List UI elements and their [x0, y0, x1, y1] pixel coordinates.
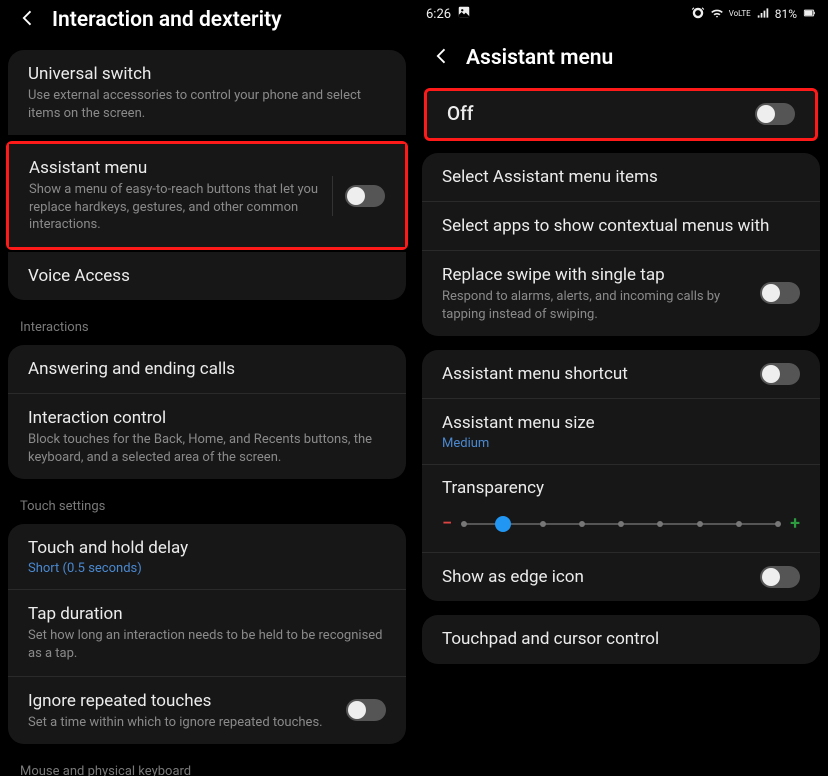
row-interaction-control[interactable]: Interaction control Block touches for th…: [8, 393, 406, 479]
row-title: Select Assistant menu items: [442, 166, 800, 188]
gallery-icon: [457, 5, 471, 23]
row-select-apps[interactable]: Select apps to show contextual menus wit…: [422, 201, 820, 250]
row-replace-swipe[interactable]: Replace swipe with single tap Respond to…: [422, 250, 820, 336]
screen-right: 6:26 VoLTE 81% Assistant menu Off: [414, 0, 828, 776]
volte-icon: VoLTE: [729, 10, 751, 18]
card-interactions: Answering and ending calls Interaction c…: [8, 345, 406, 479]
card-select: Select Assistant menu items Select apps …: [422, 153, 820, 336]
battery-text: 81%: [775, 7, 797, 21]
row-assistant-menu[interactable]: Assistant menu Show a menu of easy-to-re…: [9, 144, 405, 247]
row-ignore-repeated[interactable]: Ignore repeated touches Set a time withi…: [8, 676, 406, 745]
row-sub: Use external accessories to control your…: [28, 87, 386, 122]
minus-icon[interactable]: −: [442, 513, 452, 534]
row-title: Show as edge icon: [442, 566, 748, 588]
highlight-assistant-menu: Assistant menu Show a menu of easy-to-re…: [6, 141, 408, 250]
row-answering-calls[interactable]: Answering and ending calls: [8, 345, 406, 393]
row-title: Tap duration: [28, 603, 386, 625]
row-value: Short (0.5 seconds): [28, 561, 386, 576]
toggle-ignore-repeated[interactable]: [346, 699, 386, 721]
row-title: Assistant menu size: [442, 412, 800, 434]
status-time: 6:26: [426, 7, 451, 22]
battery-icon: [802, 6, 816, 23]
wifi-icon: [710, 6, 724, 23]
section-mouse: Mouse and physical keyboard: [0, 758, 414, 776]
row-title: Answering and ending calls: [28, 358, 386, 380]
status-bar: 6:26 VoLTE 81%: [414, 0, 828, 28]
row-select-items[interactable]: Select Assistant menu items: [422, 153, 820, 201]
toggle-replace-swipe[interactable]: [760, 282, 800, 304]
row-title: Touchpad and cursor control: [442, 628, 800, 650]
card-appearance: Assistant menu shortcut Assistant menu s…: [422, 350, 820, 601]
row-voice-access[interactable]: Voice Access: [8, 252, 406, 300]
row-universal-switch[interactable]: Universal switch Use external accessorie…: [8, 50, 406, 135]
row-tap-duration[interactable]: Tap duration Set how long an interaction…: [8, 589, 406, 675]
row-transparency: Transparency − +: [422, 464, 820, 552]
toggle-edge-icon[interactable]: [760, 566, 800, 588]
row-edge-icon[interactable]: Show as edge icon: [422, 552, 820, 601]
row-title: Touch and hold delay: [28, 537, 386, 559]
row-main-toggle[interactable]: Off: [427, 91, 815, 138]
row-touchpad-cursor[interactable]: Touchpad and cursor control: [422, 615, 820, 663]
signal-icon: [756, 6, 770, 23]
toggle-main[interactable]: [755, 103, 795, 125]
row-title: Voice Access: [28, 265, 386, 287]
transparency-slider[interactable]: [464, 514, 778, 534]
row-title: Assistant menu: [29, 157, 320, 179]
plus-icon[interactable]: +: [790, 513, 800, 534]
screen-left: Interaction and dexterity Universal swit…: [0, 0, 414, 776]
row-title: Transparency: [442, 477, 800, 499]
toggle-assistant-menu[interactable]: [345, 185, 385, 207]
highlight-main-toggle: Off: [424, 88, 818, 141]
row-title: Universal switch: [28, 63, 386, 85]
row-title: Assistant menu shortcut: [442, 363, 748, 385]
row-title: Interaction control: [28, 407, 386, 429]
row-sub: Set a time within which to ignore repeat…: [28, 714, 334, 732]
alarm-icon: [691, 6, 705, 23]
card-touch: Touch and hold delay Short (0.5 seconds)…: [8, 524, 406, 744]
back-icon[interactable]: [18, 8, 38, 32]
row-sub: Set how long an interaction needs to be …: [28, 627, 386, 662]
card-voice: Voice Access: [8, 252, 406, 300]
row-touch-hold-delay[interactable]: Touch and hold delay Short (0.5 seconds): [8, 524, 406, 589]
row-sub: Block touches for the Back, Home, and Re…: [28, 431, 386, 466]
row-value: Medium: [442, 436, 800, 451]
card-touchpad: Touchpad and cursor control: [422, 615, 820, 663]
back-icon[interactable]: [432, 46, 452, 70]
row-sub: Show a menu of easy-to-reach buttons tha…: [29, 181, 320, 234]
header-left: Interaction and dexterity: [0, 0, 414, 46]
row-shortcut[interactable]: Assistant menu shortcut: [422, 350, 820, 398]
row-title: Select apps to show contextual menus wit…: [442, 215, 800, 237]
page-title: Interaction and dexterity: [52, 8, 282, 32]
row-title: Replace swipe with single tap: [442, 264, 748, 286]
card-assist: Universal switch Use external accessorie…: [8, 50, 406, 135]
row-menu-size[interactable]: Assistant menu size Medium: [422, 398, 820, 464]
toggle-shortcut[interactable]: [760, 363, 800, 385]
row-title: Ignore repeated touches: [28, 690, 334, 712]
main-toggle-label: Off: [447, 102, 743, 127]
section-touch: Touch settings: [0, 493, 414, 520]
page-title: Assistant menu: [466, 46, 613, 70]
header-right: Assistant menu: [414, 28, 828, 84]
section-interactions: Interactions: [0, 314, 414, 341]
row-sub: Respond to alarms, alerts, and incoming …: [442, 288, 748, 323]
